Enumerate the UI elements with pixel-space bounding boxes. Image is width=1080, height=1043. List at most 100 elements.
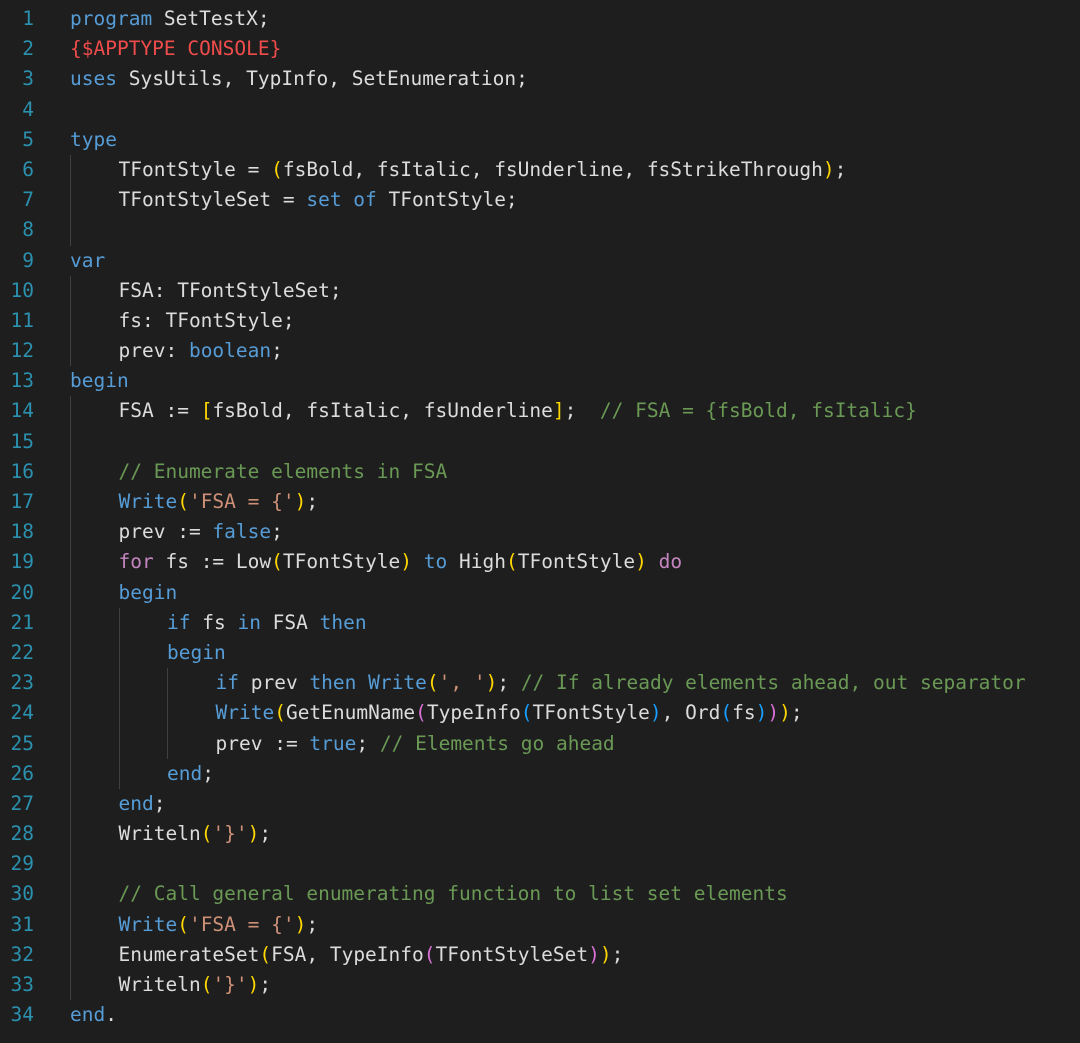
code-line[interactable]: 23 if prev then Write(', '); // If alread… — [0, 668, 1080, 699]
line-number: 20 — [10, 580, 34, 604]
code-line[interactable]: 3 uses SysUtils, TypInfo, SetEnumeration; — [0, 64, 1080, 94]
code-line[interactable]: 27 end; — [0, 788, 1080, 820]
keyword: Write — [118, 490, 178, 513]
bracket: ( — [271, 550, 283, 574]
indent-guide — [70, 577, 71, 608]
code-text: GetEnumName — [285, 701, 416, 725]
code-text: SysUtils, TypInfo, SetEnumeration; — [116, 67, 528, 91]
code-line[interactable]: 13 begin — [0, 366, 1080, 396]
code-line[interactable]: 18 prev := false; — [0, 517, 1080, 548]
code-line[interactable]: 2 {$APPTYPE CONSOLE} — [0, 34, 1080, 64]
line-code: type — [70, 125, 117, 155]
indent-guide — [70, 305, 71, 337]
code-line[interactable]: 21 if fs in FSA then — [0, 607, 1080, 638]
line-number: 24 — [10, 701, 34, 725]
code-line[interactable]: 4 — [0, 95, 1080, 125]
indent-guide — [118, 758, 120, 789]
indent-guide — [70, 788, 71, 820]
control-keyword: do — [658, 550, 683, 574]
line-number: 6 — [22, 157, 34, 181]
line-number: 3 — [22, 67, 34, 91]
line-number: 19 — [10, 550, 34, 574]
indent-guide — [70, 336, 71, 367]
code-line[interactable]: 12 prev: boolean; — [0, 336, 1080, 367]
indent-guide — [70, 517, 71, 548]
code-line[interactable]: 14 FSA := [fsBold, fsItalic, fsUnderline]… — [0, 396, 1080, 427]
keyword: if — [215, 671, 239, 695]
code-text: FSA, TypeInfo — [271, 942, 424, 966]
line-code: TFontStyleSet = set of TFontStyle; — [119, 185, 518, 215]
keyword: Write — [215, 701, 275, 725]
line-code: end; — [167, 759, 214, 789]
code-line[interactable]: 9 var — [0, 246, 1080, 276]
control-keyword: for — [118, 550, 154, 574]
line-code: Writeln('}'); — [119, 970, 272, 1000]
indent-guide — [70, 275, 71, 306]
code-line[interactable]: 29 — [0, 849, 1080, 880]
code-line[interactable]: 26 end; — [0, 758, 1080, 789]
code-line[interactable]: 11 fs: TFontStyle; — [0, 305, 1080, 337]
code-line[interactable]: 20 begin — [0, 577, 1080, 608]
code-line[interactable]: 5 type — [0, 125, 1080, 155]
bracket: ( — [720, 701, 733, 725]
code-text: prev: — [118, 339, 189, 363]
code-line[interactable]: 34 end. — [0, 1000, 1080, 1030]
bracket: ( — [423, 942, 436, 966]
indent-guide — [70, 607, 71, 638]
code-line[interactable]: 32 EnumerateSet(FSA, TypeInfo(TFontStyleS… — [0, 939, 1080, 970]
code-text: ; — [306, 490, 319, 513]
line-number: 28 — [10, 822, 34, 846]
code-line[interactable]: 33 Writeln('}'); — [0, 970, 1080, 1001]
code-line[interactable]: 1 program SetTestX; — [0, 4, 1080, 34]
code-text: FSA: TFontStyleSet; — [118, 278, 342, 302]
line-code: TFontStyle = (fsBold, fsItalic, fsUnderl… — [119, 155, 847, 185]
bracket: ) — [400, 550, 413, 574]
bracket: ( — [259, 942, 272, 966]
code-line[interactable]: 7 TFontStyleSet = set of TFontStyle; — [0, 185, 1080, 216]
code-text: fsBold, fsItalic, fsUnderline, fsStrikeT… — [282, 157, 823, 181]
indent-guide — [70, 819, 71, 850]
code-text: ; — [790, 701, 803, 725]
code-text: prev — [238, 671, 310, 695]
code-text: ; — [259, 973, 272, 996]
code-line[interactable]: 17 Write('FSA = {'); — [0, 487, 1080, 518]
code-line[interactable]: 31 Write('FSA = {'); — [0, 909, 1080, 940]
code-line[interactable]: 22 begin — [0, 637, 1080, 669]
code-line[interactable]: 24 Write(GetEnumName(TypeInfo(TFontStyle)… — [0, 698, 1080, 729]
code-line[interactable]: 19 for fs := Low(TFontStyle) to High(TFon… — [0, 547, 1080, 578]
bracket: ( — [200, 973, 213, 996]
code-text: ; — [497, 671, 521, 695]
code-text: fsBold, fsItalic, fsUnderline — [212, 399, 553, 423]
bracket: ) — [247, 822, 260, 846]
bracket: ( — [426, 671, 439, 695]
code-line[interactable]: 16 // Enumerate elements in FSA — [0, 456, 1080, 487]
bracket: ] — [552, 399, 565, 423]
bracket: ( — [177, 912, 189, 936]
code-text: ; — [271, 520, 283, 544]
indent-guide — [167, 668, 168, 699]
line-number: 29 — [10, 852, 34, 876]
keyword: begin — [167, 640, 226, 664]
code-text: ; — [306, 912, 319, 936]
code-text: FSA := — [118, 399, 201, 423]
code-editor[interactable]: 1 program SetTestX; 2 {$APPTYPE CONSOLE} 3 us… — [0, 4, 1080, 1043]
code-text: TFontStyle — [517, 550, 636, 574]
code-line[interactable]: 8 — [0, 215, 1080, 246]
line-number: 30 — [10, 882, 34, 906]
code-line[interactable]: 15 — [0, 426, 1080, 457]
code-line[interactable]: 30 // Call general enumerating function t… — [0, 879, 1080, 910]
code-text: ; — [834, 157, 847, 181]
line-number: 7 — [22, 188, 34, 212]
line-number: 18 — [10, 520, 34, 544]
string-literal: 'FSA = {' — [188, 490, 295, 513]
code-line[interactable]: 10 FSA: TFontStyleSet; — [0, 275, 1080, 306]
indent-guide — [70, 154, 71, 186]
code-line[interactable]: 28 Writeln('}'); — [0, 819, 1080, 850]
indent-guide — [70, 487, 71, 518]
indent-guide — [118, 607, 120, 638]
line-number: 16 — [10, 459, 34, 483]
line-code: {$APPTYPE CONSOLE} — [70, 34, 281, 64]
code-line[interactable]: 25 prev := true; // Elements go ahead — [0, 728, 1080, 759]
code-line[interactable]: 6 TFontStyle = (fsBold, fsItalic, fsUnder… — [0, 154, 1080, 186]
